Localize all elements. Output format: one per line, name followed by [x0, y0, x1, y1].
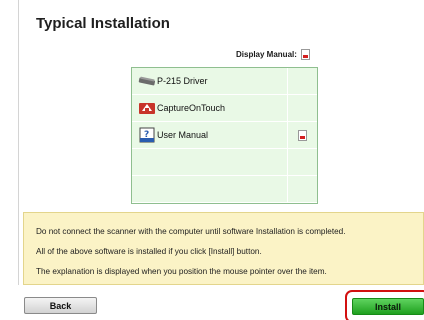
software-label: CaptureOnTouch — [157, 103, 226, 113]
help-book-icon: ? — [139, 127, 155, 143]
back-button[interactable]: Back — [24, 297, 97, 314]
software-row-captureontouch[interactable]: CaptureOnTouch — [132, 95, 317, 122]
captureontouch-icon — [139, 103, 155, 114]
page-title: Typical Installation — [36, 15, 170, 32]
left-rule — [18, 0, 19, 285]
notice-box: Do not connect the scanner with the comp… — [23, 212, 424, 285]
software-table: P-215 Driver CaptureOnTouch ? User Manua… — [131, 67, 318, 204]
svg-text:?: ? — [144, 130, 149, 140]
display-manual-header: Display Manual: — [236, 49, 310, 60]
pdf-icon — [300, 49, 310, 60]
notice-line: All of the above software is installed i… — [36, 247, 262, 256]
notice-line: Do not connect the scanner with the comp… — [36, 227, 346, 236]
empty-row — [132, 176, 317, 203]
driver-icon — [138, 76, 156, 86]
install-button[interactable]: Install — [352, 298, 424, 315]
user-manual-pdf-icon[interactable] — [298, 130, 307, 141]
notice-line: The explanation is displayed when you po… — [36, 267, 327, 276]
empty-row — [132, 149, 317, 176]
software-row-driver[interactable]: P-215 Driver — [132, 68, 317, 95]
display-manual-label: Display Manual: — [236, 50, 297, 59]
software-label: P-215 Driver — [157, 76, 208, 86]
software-row-user-manual[interactable]: ? User Manual — [132, 122, 317, 149]
software-label: User Manual — [157, 130, 209, 140]
